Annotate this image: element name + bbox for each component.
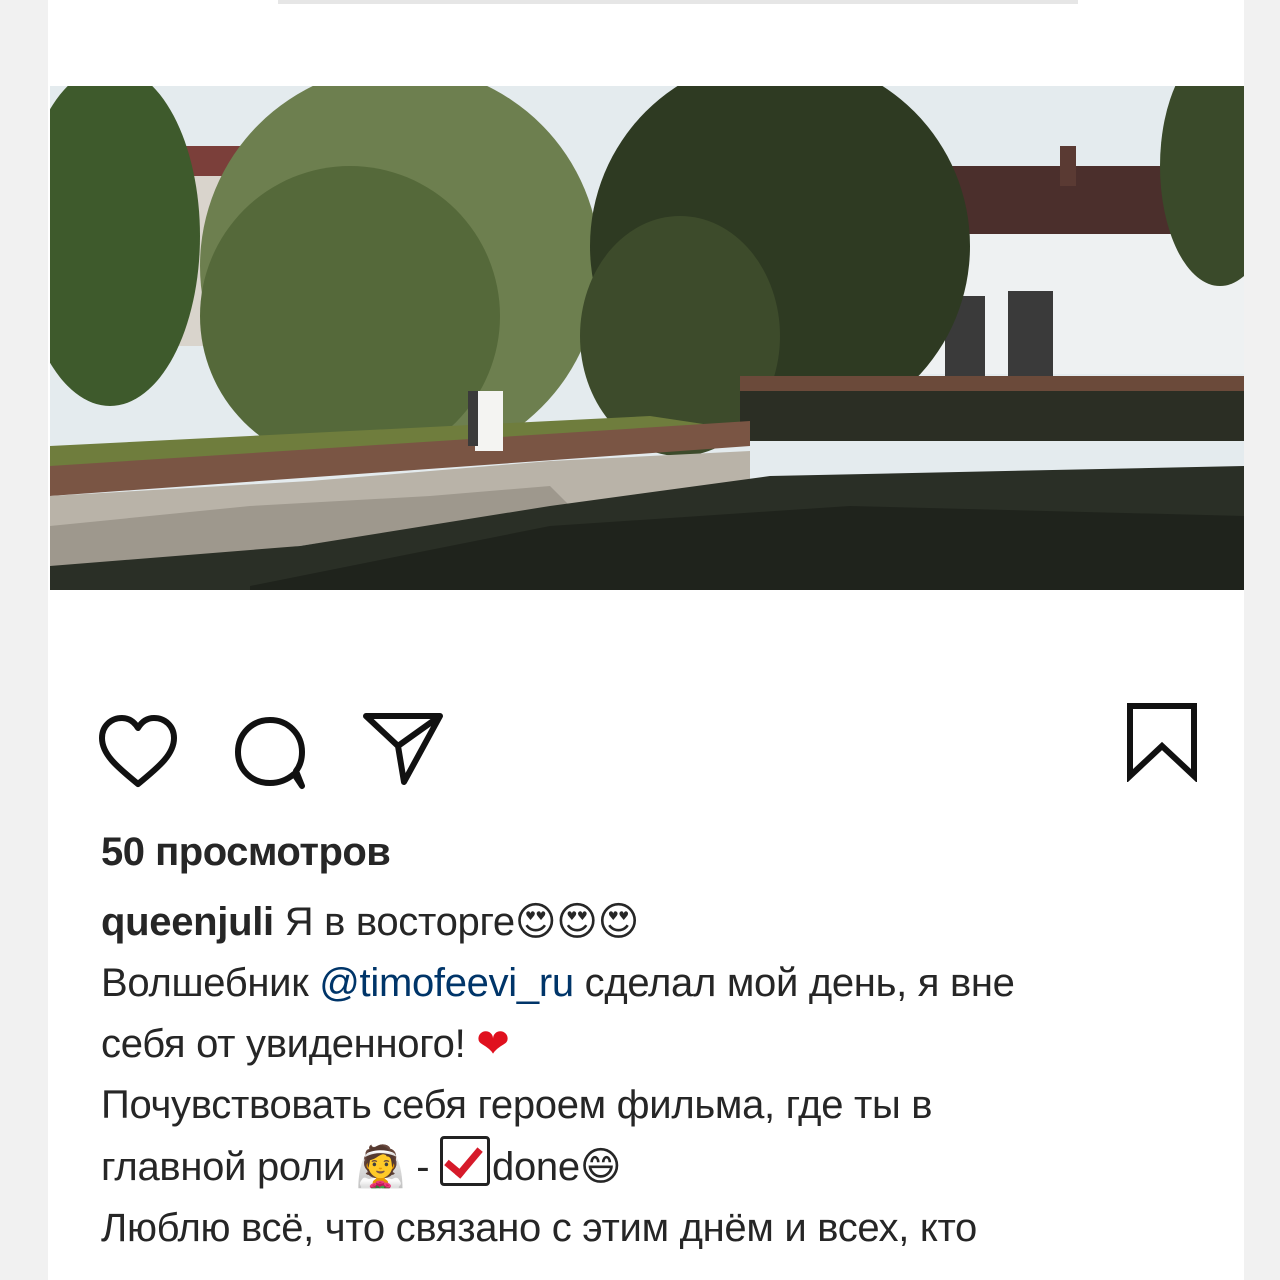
share-button[interactable] <box>362 710 444 788</box>
bride-emoji: 👰 <box>355 1144 406 1190</box>
post-caption: queenjuli Я в восторге😍😍😍 Волшебник @tim… <box>101 892 1211 1259</box>
caption-text: Волшебник <box>101 961 320 1005</box>
caption-text: себя от увиденного! <box>101 1022 477 1066</box>
comment-icon <box>235 717 305 789</box>
username-link[interactable]: queenjuli <box>101 900 274 944</box>
caption-line: Люблю всё, что связано с этим днём и все… <box>101 1198 1211 1259</box>
caption-text: - <box>405 1145 441 1189</box>
caption-line: Почувствовать себя героем фильма, где ты… <box>101 1075 1211 1136</box>
views-count: 50 просмотров <box>101 830 391 874</box>
paper-plane-icon <box>363 713 443 785</box>
caption-text: главной роли <box>101 1145 356 1189</box>
bookmark-icon <box>1127 703 1197 782</box>
caption-text: Люблю всё, что связано с этим днём и все… <box>101 1206 977 1250</box>
caption-line: главной роли 👰 - done😄 <box>101 1136 1211 1198</box>
post-actions-bar <box>48 700 1244 800</box>
checkmark-icon <box>440 1136 491 1186</box>
save-button[interactable] <box>1126 702 1198 782</box>
like-button[interactable] <box>96 714 180 790</box>
caption-line: queenjuli Я в восторге😍😍😍 <box>101 892 1211 953</box>
post-photo[interactable] <box>50 86 1244 590</box>
caption-line: Волшебник @timofeevi_ru сделал мой день,… <box>101 953 1211 1014</box>
caption-text: Я в восторге <box>273 900 515 944</box>
divider <box>278 0 1078 4</box>
instagram-post: 50 просмотров queenjuli Я в восторге😍😍😍 … <box>48 0 1244 1280</box>
heart-eyes-emoji: 😍😍😍 <box>514 899 640 945</box>
caption-text: Почувствовать себя героем фильма, где ты… <box>101 1083 933 1127</box>
caption-text: сделал мой день, я вне <box>573 961 1015 1005</box>
caption-text: done <box>492 1145 580 1189</box>
heart-icon <box>99 715 177 787</box>
wedding-pond-scene <box>50 86 1244 590</box>
caption-line: себя от увиденного! ❤ <box>101 1014 1211 1075</box>
mention-link[interactable]: @timofeevi_ru <box>319 961 574 1005</box>
comment-button[interactable] <box>232 714 312 794</box>
red-heart-emoji: ❤ <box>476 1021 510 1067</box>
smile-emoji: 😄 <box>579 1144 622 1190</box>
